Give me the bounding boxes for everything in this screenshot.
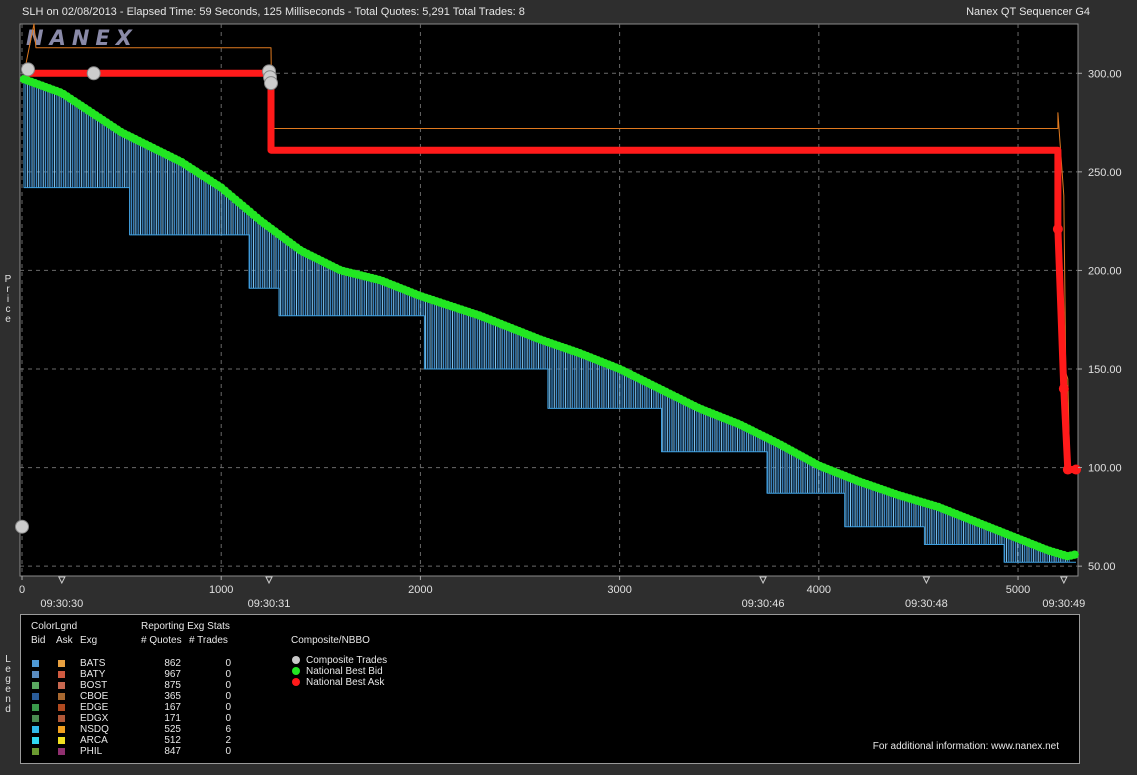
ask-color-swatch — [58, 704, 65, 711]
x-tick-label: 5000 — [1006, 584, 1030, 596]
time-marker — [922, 576, 931, 585]
bid-color-swatch — [32, 660, 39, 667]
exchange-name: CBOE — [80, 691, 109, 702]
exchange-trade-count: 0 — [225, 702, 231, 713]
time-label: 09:30:30 — [40, 598, 83, 610]
exchange-name: PHIL — [80, 746, 103, 757]
exchange-trade-count: 0 — [225, 746, 231, 757]
time-marker — [265, 576, 273, 585]
bid-color-swatch — [32, 693, 39, 700]
exchange-name: EDGE — [80, 702, 109, 713]
exchange-name: BATS — [80, 658, 106, 669]
exchange-quote-count: 847 — [164, 746, 181, 757]
composite-marker-icon — [292, 667, 300, 675]
ask-color-swatch — [58, 737, 65, 744]
legend-side-label: Legend — [3, 655, 13, 715]
composite-trade-point — [264, 76, 279, 91]
x-tick-label: 4000 — [807, 584, 831, 596]
exchange-quote-count: 171 — [164, 713, 181, 724]
time-label: 09:30:48 — [905, 598, 948, 610]
footer-link-text: For additional information: www.nanex.ne… — [872, 741, 1059, 752]
composite-label: National Best Bid — [306, 666, 383, 677]
time-marker — [759, 576, 767, 585]
composite-label: National Best Ask — [306, 677, 385, 688]
composite-label: Composite Trades — [306, 655, 388, 666]
exchange-trade-count: 6 — [225, 724, 231, 735]
composite-title: Composite/NBBO — [291, 635, 370, 646]
y-tick-label: 50.00 — [1088, 561, 1116, 573]
price-chart: NANEX 300.00 250.00 200.00 150.00 100.00 50.0… — [15, 23, 1122, 610]
exchange-quote-count: 525 — [164, 724, 181, 735]
exchange-trade-count: 0 — [225, 658, 231, 669]
national-best-bid-point — [1070, 550, 1079, 559]
y-tick-label: 250.00 — [1088, 167, 1122, 179]
bid-color-swatch — [32, 704, 39, 711]
legend-side-letter: d — [5, 704, 11, 715]
composite-trade-point — [20, 62, 35, 77]
exchange-trade-count: 0 — [225, 691, 231, 702]
ask-color-swatch — [58, 682, 65, 689]
bid-color-swatch — [32, 715, 39, 722]
nanex-watermark: NANEX — [26, 26, 138, 50]
y-axis-label: Price — [3, 275, 13, 325]
exchange-quote-count: 167 — [164, 702, 181, 713]
national-best-ask-point — [1071, 464, 1081, 475]
ask-color-swatch — [58, 715, 65, 722]
time-label: 09:30:31 — [248, 598, 291, 610]
composite-marker-icon — [292, 656, 300, 664]
x-tick-label: 3000 — [607, 584, 631, 596]
x-tick-label: 0 — [19, 584, 25, 596]
ask-color-swatch — [58, 671, 65, 678]
exchange-quote-count: 862 — [164, 658, 181, 669]
exchange-quote-count: 967 — [164, 669, 181, 680]
ask-color-swatch — [58, 693, 65, 700]
x-tick-label: 2000 — [408, 584, 432, 596]
ask-color-swatch — [58, 660, 65, 667]
exchange-trade-count: 0 — [225, 669, 231, 680]
y-tick-label: 200.00 — [1088, 265, 1122, 277]
national-best-ask-point — [1058, 383, 1069, 394]
time-label: 09:30:49 — [1042, 598, 1085, 610]
ask-color-swatch — [58, 726, 65, 733]
col-bid: Bid — [31, 635, 46, 646]
bid-color-swatch — [32, 748, 39, 755]
bid-color-swatch — [32, 737, 39, 744]
exchange-name: EDGX — [80, 713, 109, 724]
y-tick-label: 150.00 — [1088, 364, 1122, 376]
ask-color-swatch — [58, 748, 65, 755]
col-exg: Exg — [80, 635, 98, 646]
y-axis-label-letter: e — [5, 314, 11, 325]
plot-area — [19, 23, 1079, 577]
exchange-name: BATY — [80, 669, 106, 680]
stats-title: Reporting Exg Stats — [141, 621, 230, 632]
composite-marker-icon — [292, 678, 300, 686]
exchange-quote-count: 365 — [164, 691, 181, 702]
composite-trade-point — [15, 519, 29, 534]
time-label: 09:30:46 — [742, 598, 785, 610]
col-ask: Ask — [56, 635, 73, 646]
time-marker — [58, 576, 66, 585]
exchange-name: BOST — [80, 680, 108, 691]
col-trades: # Trades — [189, 635, 228, 646]
bid-color-swatch — [32, 726, 39, 733]
y-tick-label: 100.00 — [1088, 463, 1122, 475]
bid-color-swatch — [32, 671, 39, 678]
time-marker — [1060, 576, 1068, 585]
col-quotes: # Quotes — [141, 635, 182, 646]
x-tick-label: 1000 — [209, 584, 233, 596]
exchange-name: ARCA — [80, 735, 108, 746]
bid-color-swatch — [32, 682, 39, 689]
y-tick-label: 300.00 — [1088, 68, 1122, 80]
exchange-trade-count: 0 — [225, 680, 231, 691]
exchange-name: NSDQ — [80, 724, 109, 735]
national-best-ask-point — [1052, 224, 1063, 235]
exchange-trade-count: 2 — [225, 735, 231, 746]
exchange-quote-count: 875 — [164, 680, 181, 691]
exchange-quote-count: 512 — [164, 735, 181, 746]
composite-trade-point — [86, 66, 101, 81]
legend-panel: ColorLgnd Reporting Exg Stats Bid Ask Ex… — [20, 614, 1080, 764]
color-legend-title: ColorLgnd — [31, 621, 78, 632]
exchange-trade-count: 0 — [225, 713, 231, 724]
